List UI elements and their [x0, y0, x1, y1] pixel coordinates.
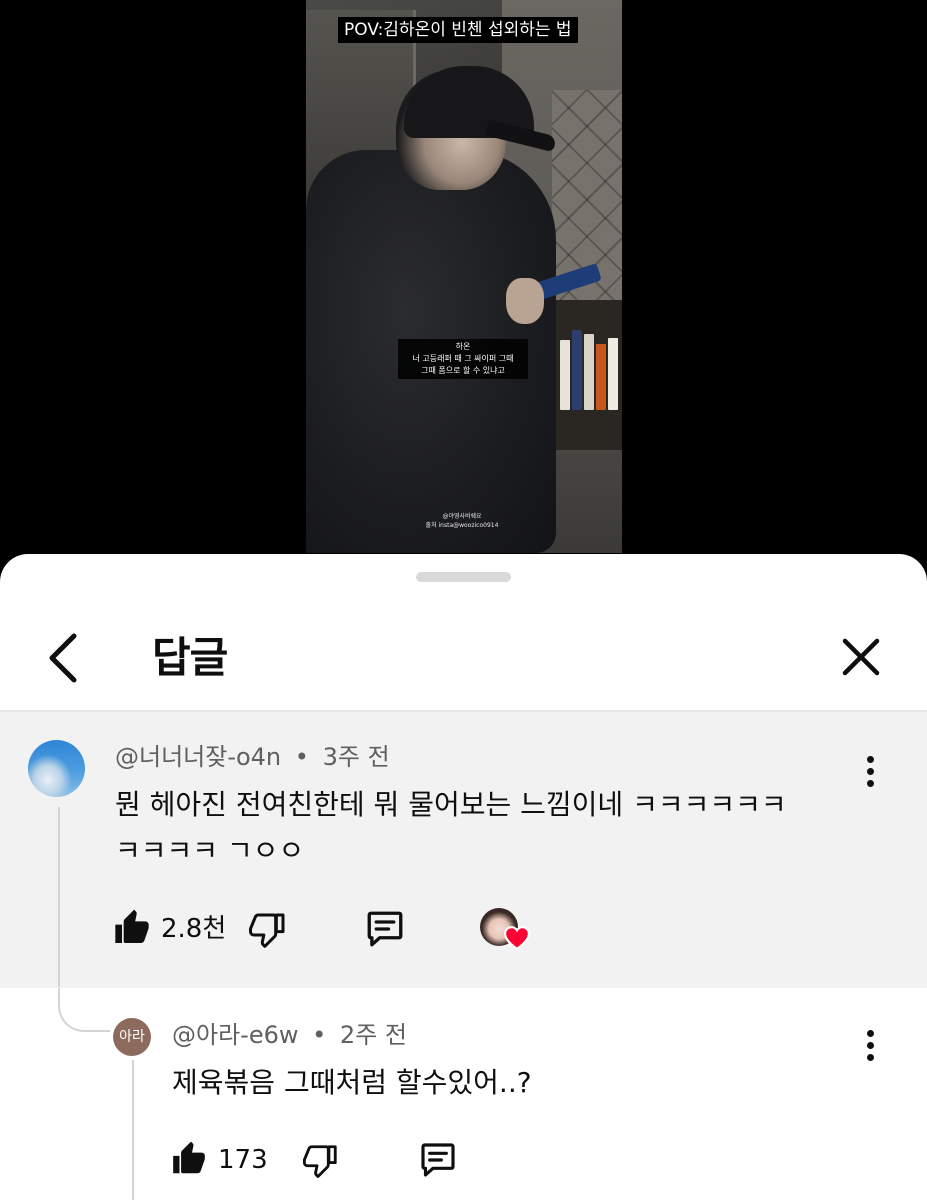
- book: [596, 344, 606, 410]
- reply-avatar[interactable]: 아라: [113, 1018, 151, 1056]
- sheet-title: 답글: [152, 633, 228, 682]
- dislike-button[interactable]: [248, 910, 288, 950]
- hand: [506, 278, 544, 324]
- comment-meta: @너너너잦-o4n • 3주 전: [115, 742, 390, 772]
- book: [560, 340, 570, 410]
- thumbs-down-icon: [302, 1145, 337, 1178]
- reply-thread-line: [132, 1060, 134, 1200]
- close-icon: [842, 638, 880, 676]
- comment-text: 뭔 헤아진 전여친한테 뭐 물어보는 느낌이네 ㅋㅋㅋㅋㅋㅋ ㅋㅋㅋㅋ ㄱㅇㅇ: [115, 782, 787, 874]
- video-watermark: @야영사비쉐요 출처 insta@woozico0914: [402, 512, 522, 530]
- reply-like-count: 173: [218, 1145, 268, 1175]
- parent-comment: @너너너잦-o4n • 3주 전 뭔 헤아진 전여친한테 뭐 물어보는 느낌이네…: [0, 712, 927, 988]
- caption-line: 너 고등래퍼 때 그 싸이퍼 그때: [412, 354, 514, 363]
- close-button[interactable]: [836, 632, 886, 682]
- comment-time: 3주 전: [322, 743, 390, 771]
- reply-comment-icon: [421, 1143, 455, 1177]
- meta-separator: •: [294, 743, 309, 771]
- replies-sheet: 답글 @너너너잦-o4n • 3주 전 뭔 헤아진 전여친한테 뭐 물어보는 느…: [0, 554, 927, 1200]
- reply-like-button[interactable]: [170, 1140, 208, 1178]
- like-count: 2.8천: [161, 914, 227, 944]
- heart-icon: [504, 926, 530, 950]
- reply-menu-button[interactable]: [856, 1026, 886, 1066]
- video-player[interactable]: POV:김하온이 빈첸 섭외하는 법 하온 너 고등래퍼 때 그 싸이퍼 그때 …: [0, 0, 927, 560]
- thread-line: [58, 807, 60, 987]
- reply-comment-icon: [367, 911, 403, 947]
- avatar[interactable]: [28, 740, 85, 797]
- video-caption: 하온 너 고등래퍼 때 그 싸이퍼 그때 그때 폼으로 할 수 있냐고: [398, 339, 528, 379]
- caption-speaker: 하온: [455, 342, 471, 351]
- book: [572, 330, 582, 410]
- comment-author[interactable]: @너너너잦-o4n: [115, 743, 281, 771]
- reply-text: 제육볶음 그때처럼 할수있어..?: [172, 1066, 532, 1099]
- thumbs-up-icon: [173, 1141, 205, 1174]
- comment-menu-button[interactable]: [856, 752, 886, 792]
- meta-separator: •: [312, 1021, 327, 1049]
- watermark-line: @야영사비쉐요: [442, 513, 482, 520]
- thread-connector: [58, 988, 110, 1032]
- comment-text-line: ㅋㅋㅋㅋ ㄱㅇㅇ: [115, 834, 305, 867]
- chevron-left-icon: [49, 633, 77, 683]
- sheet-drag-handle[interactable]: [416, 572, 511, 582]
- sheet-header: 답글: [0, 614, 927, 704]
- reply-dislike-button[interactable]: [302, 1142, 340, 1180]
- thumbs-down-icon: [249, 913, 285, 948]
- caption-line: 그때 폼으로 할 수 있냐고: [421, 366, 505, 375]
- creator-heart-badge[interactable]: [480, 908, 530, 954]
- book: [608, 338, 618, 410]
- reply-meta: @아라-e6w • 2주 전: [172, 1020, 407, 1050]
- video-title-overlay: POV:김하온이 빈첸 섭외하는 법: [338, 17, 578, 43]
- back-button[interactable]: [40, 628, 90, 688]
- reply-reply-button[interactable]: [418, 1140, 458, 1180]
- reply-author[interactable]: @아라-e6w: [172, 1021, 298, 1049]
- video-frame[interactable]: [306, 0, 622, 553]
- reply-button[interactable]: [364, 908, 406, 950]
- background-bookshelf: [552, 300, 622, 450]
- watermark-line: 출처 insta@woozico0914: [425, 522, 499, 529]
- like-button[interactable]: [112, 908, 152, 948]
- comment-text-line: 뭔 헤아진 전여친한테 뭐 물어보는 느낌이네 ㅋㅋㅋㅋㅋㅋ: [115, 788, 787, 821]
- book: [584, 334, 594, 410]
- thumbs-up-icon: [115, 909, 149, 943]
- reply-time: 2주 전: [339, 1021, 407, 1049]
